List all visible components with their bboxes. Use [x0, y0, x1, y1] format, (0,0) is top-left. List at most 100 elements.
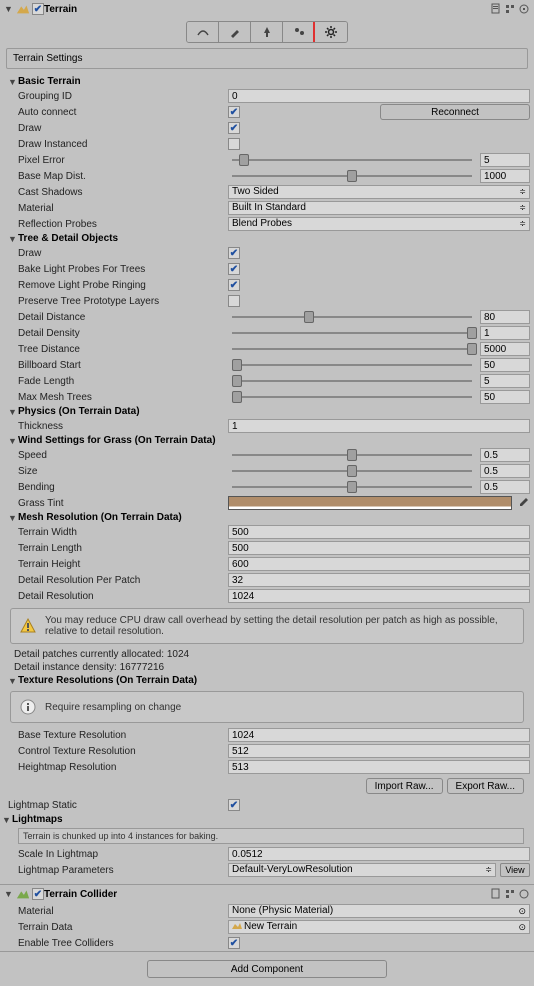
field-terrain-height[interactable] — [228, 557, 530, 571]
label-terrain-height: Terrain Height — [18, 559, 228, 570]
check-auto-connect[interactable] — [228, 106, 240, 118]
slider-base-map-dist[interactable] — [232, 175, 472, 177]
field-max-mesh-trees[interactable] — [480, 390, 530, 404]
label-grouping-id: Grouping ID — [18, 91, 228, 102]
check-remove-ringing[interactable] — [228, 279, 240, 291]
foldout-icon[interactable]: ▼ — [8, 436, 18, 446]
label-remove-ringing: Remove Light Probe Ringing — [18, 280, 228, 291]
field-thickness[interactable] — [228, 419, 530, 433]
foldout-icon[interactable]: ▼ — [8, 407, 18, 417]
field-wind-speed[interactable] — [480, 448, 530, 462]
tex-res-info-box: Require resampling on change — [10, 691, 524, 723]
label-lightmap-static: Lightmap Static — [8, 800, 228, 811]
section-lightmaps[interactable]: ▼Lightmaps — [0, 813, 534, 826]
slider-fade-length[interactable] — [232, 380, 472, 382]
field-heightmap-res[interactable] — [228, 760, 530, 774]
color-grass-tint[interactable] — [228, 496, 512, 510]
dropdown-lightmap-params[interactable]: Default-VeryLowResolution — [228, 863, 496, 877]
field-tree-distance[interactable] — [480, 342, 530, 356]
field-control-tex-res[interactable] — [228, 744, 530, 758]
tool-settings[interactable] — [315, 22, 347, 42]
foldout-icon[interactable]: ▼ — [8, 234, 18, 244]
context-menu-icon[interactable] — [518, 3, 530, 15]
docs-icon[interactable] — [490, 3, 502, 15]
import-raw-button[interactable]: Import Raw... — [366, 778, 443, 794]
check-enable-tree-colliders[interactable] — [228, 937, 240, 949]
view-button[interactable]: View — [500, 863, 530, 877]
section-wind[interactable]: ▼Wind Settings for Grass (On Terrain Dat… — [0, 434, 534, 447]
slider-wind-size[interactable] — [232, 470, 472, 472]
label-terrain-data: Terrain Data — [18, 922, 228, 933]
docs-icon[interactable] — [490, 888, 502, 900]
foldout-icon[interactable]: ▼ — [8, 513, 18, 523]
mesh-res-warning-box: You may reduce CPU draw call overhead by… — [10, 608, 524, 644]
warning-icon — [19, 617, 37, 635]
field-terrain-data[interactable]: New Terrain — [228, 920, 530, 934]
reconnect-button[interactable]: Reconnect — [380, 104, 530, 120]
label-collider-material: Material — [18, 906, 228, 917]
context-menu-icon[interactable] — [518, 888, 530, 900]
field-fade-length[interactable] — [480, 374, 530, 388]
check-lightmap-static[interactable] — [228, 799, 240, 811]
section-basic-terrain[interactable]: ▼Basic Terrain — [0, 75, 534, 88]
field-base-map-dist[interactable] — [480, 169, 530, 183]
slider-wind-bending[interactable] — [232, 486, 472, 488]
tool-raise-lower[interactable] — [187, 22, 219, 42]
label-detail-res: Detail Resolution — [18, 591, 228, 602]
check-draw-instanced[interactable] — [228, 138, 240, 150]
field-detail-res-per-patch[interactable] — [228, 573, 530, 587]
field-wind-bending[interactable] — [480, 480, 530, 494]
collider-enable-checkbox[interactable] — [32, 888, 44, 900]
slider-wind-speed[interactable] — [232, 454, 472, 456]
add-component-button[interactable]: Add Component — [147, 960, 387, 978]
collider-header[interactable]: ▼ Terrain Collider — [0, 885, 534, 903]
slider-max-mesh-trees[interactable] — [232, 396, 472, 398]
terrain-enable-checkbox[interactable] — [32, 3, 44, 15]
check-preserve-layers[interactable] — [228, 295, 240, 307]
slider-detail-distance[interactable] — [232, 316, 472, 318]
field-wind-size[interactable] — [480, 464, 530, 478]
field-pixel-error[interactable] — [480, 153, 530, 167]
field-detail-res[interactable] — [228, 589, 530, 603]
section-tex-res[interactable]: ▼Texture Resolutions (On Terrain Data) — [0, 674, 534, 687]
field-detail-density[interactable] — [480, 326, 530, 340]
field-billboard-start[interactable] — [480, 358, 530, 372]
foldout-icon[interactable]: ▼ — [4, 4, 14, 14]
tool-paint-texture[interactable] — [219, 22, 251, 42]
field-terrain-width[interactable] — [228, 525, 530, 539]
field-terrain-length[interactable] — [228, 541, 530, 555]
label-pixel-error: Pixel Error — [18, 155, 228, 166]
section-mesh-res[interactable]: ▼Mesh Resolution (On Terrain Data) — [0, 511, 534, 524]
field-collider-material[interactable]: None (Physic Material) — [228, 904, 530, 918]
field-detail-distance[interactable] — [480, 310, 530, 324]
foldout-icon[interactable]: ▼ — [2, 815, 12, 825]
check-draw[interactable] — [228, 122, 240, 134]
tool-details[interactable] — [283, 22, 315, 42]
terrain-header[interactable]: ▼ Terrain — [0, 0, 534, 18]
preset-icon[interactable] — [504, 888, 516, 900]
field-base-tex-res[interactable] — [228, 728, 530, 742]
collider-title: Terrain Collider — [44, 889, 490, 900]
section-physics[interactable]: ▼Physics (On Terrain Data) — [0, 405, 534, 418]
label-max-mesh-trees: Max Mesh Trees — [18, 392, 228, 403]
slider-tree-distance[interactable] — [232, 348, 472, 350]
slider-pixel-error[interactable] — [232, 159, 472, 161]
slider-billboard-start[interactable] — [232, 364, 472, 366]
check-td-draw[interactable] — [228, 247, 240, 259]
eyedropper-icon[interactable] — [516, 496, 530, 510]
foldout-icon[interactable]: ▼ — [8, 676, 18, 686]
section-tree-detail[interactable]: ▼Tree & Detail Objects — [0, 232, 534, 245]
field-grouping-id[interactable] — [228, 89, 530, 103]
preset-icon[interactable] — [504, 3, 516, 15]
check-bake-probes[interactable] — [228, 263, 240, 275]
slider-detail-density[interactable] — [232, 332, 472, 334]
field-scale-lightmap[interactable] — [228, 847, 530, 861]
foldout-icon[interactable]: ▼ — [8, 77, 18, 87]
dropdown-reflection-probes[interactable]: Blend Probes — [228, 217, 530, 231]
foldout-icon[interactable]: ▼ — [4, 889, 14, 899]
label-terrain-width: Terrain Width — [18, 527, 228, 538]
tool-trees[interactable] — [251, 22, 283, 42]
export-raw-button[interactable]: Export Raw... — [447, 778, 524, 794]
dropdown-cast-shadows[interactable]: Two Sided — [228, 185, 530, 199]
dropdown-material[interactable]: Built In Standard — [228, 201, 530, 215]
